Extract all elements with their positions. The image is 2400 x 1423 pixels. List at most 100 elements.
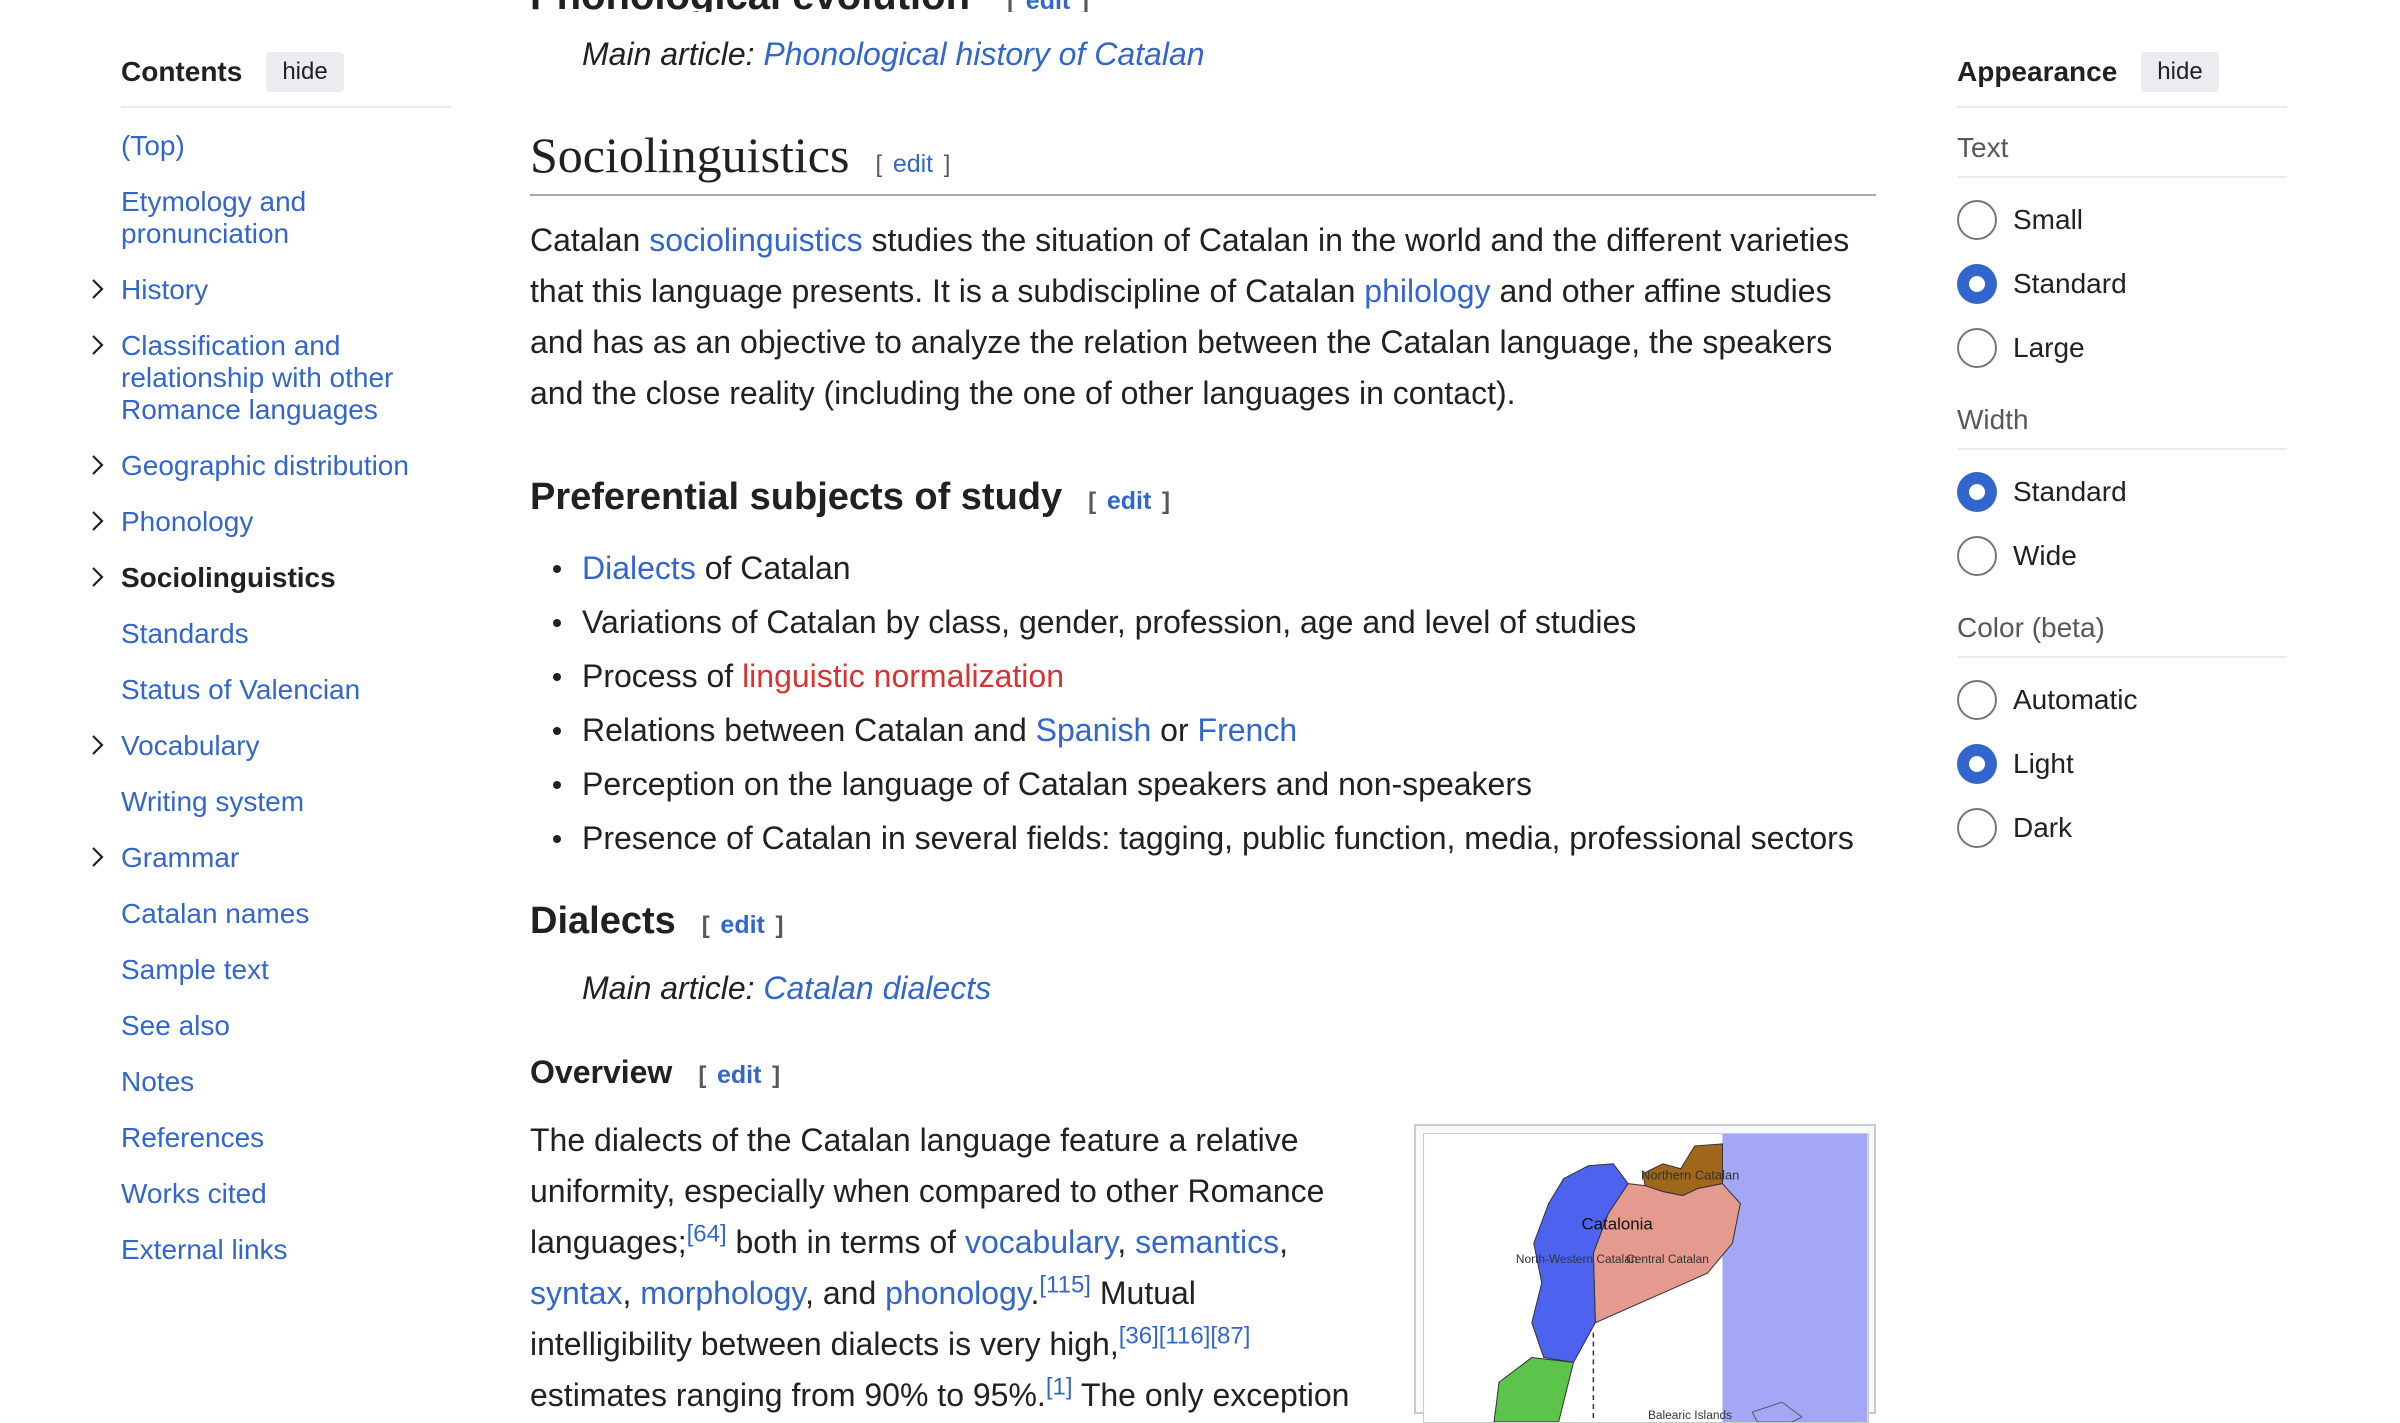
toc-item[interactable]: Grammar [92,842,451,874]
toc-item[interactable]: External links [121,1234,451,1266]
sociolinguistics-paragraph: Catalan sociolinguistics studies the sit… [530,215,1876,419]
toc-item-label[interactable]: Standards [121,618,451,650]
toc-item-label[interactable]: Status of Valencian [121,674,451,706]
text: Presence of Catalan in several fields: t… [582,820,1854,856]
radio-button[interactable] [1957,808,1997,848]
toc-item-label[interactable]: Etymology and pronunciation [121,186,451,250]
link-dialects[interactable]: Dialects [582,550,696,586]
toc-item-label[interactable]: (Top) [121,130,451,162]
chevron-right-icon[interactable] [87,730,109,760]
width-option[interactable]: Standard [1957,460,2287,524]
toc-item[interactable]: Geographic distribution [92,450,451,482]
link-philology[interactable]: philology [1364,273,1490,309]
toc-item-label[interactable]: Works cited [121,1178,451,1210]
color-option[interactable]: Automatic [1957,668,2287,732]
hatnote-link-catalan-dialects[interactable]: Catalan dialects [763,970,991,1006]
toc-item-label[interactable]: External links [121,1234,451,1266]
chevron-right-icon[interactable] [87,274,109,304]
dialect-map-image[interactable]: Northern Catalan Catalonia North-Western… [1423,1133,1869,1423]
text-size-option[interactable]: Standard [1957,252,2287,316]
list-item: Dialects of Catalan [553,541,1876,595]
radio-button[interactable] [1957,328,1997,368]
radio-button[interactable] [1957,680,1997,720]
chevron-right-icon[interactable] [87,330,109,360]
toc-item[interactable]: Etymology and pronunciation [121,186,451,250]
hatnote-link-phonological-history[interactable]: Phonological history of Catalan [763,36,1204,72]
edit-link-dialects[interactable]: edit [720,911,764,939]
toc-item[interactable]: Works cited [121,1178,451,1210]
edit-link-overview[interactable]: edit [717,1061,761,1089]
chevron-right-icon[interactable] [87,842,109,872]
radio-button[interactable] [1957,264,1997,304]
text: both in terms of [726,1224,965,1260]
list-item: Perception on the language of Catalan sp… [553,757,1876,811]
subsection-heading-overview: Overview [ edit ] [530,1054,781,1090]
toc-item[interactable]: Notes [121,1066,451,1098]
chevron-right-icon[interactable] [87,562,109,592]
toc-item[interactable]: Phonology [92,506,451,538]
subsection-heading-preferential-subjects: Preferential subjects of study [ edit ] [530,476,1170,518]
chevron-right-icon[interactable] [87,450,109,480]
link-semantics[interactable]: semantics [1135,1224,1279,1260]
color-option[interactable]: Dark [1957,796,2287,860]
toc-item-label[interactable]: Phonology [121,506,451,538]
link-phonology[interactable]: phonology [885,1275,1030,1311]
toc-item-label[interactable]: Writing system [121,786,451,818]
toc-item-label[interactable]: Vocabulary [121,730,451,762]
color-option[interactable]: Light [1957,732,2287,796]
text-size-title: Text [1957,132,2287,178]
toc-item-label[interactable]: See also [121,1010,451,1042]
redlink-linguistic-normalization[interactable]: linguistic normalization [742,658,1064,694]
toc-item[interactable]: Writing system [121,786,451,818]
radio-button[interactable] [1957,200,1997,240]
previous-edit-link[interactable]: edit [1026,0,1070,12]
toc-item[interactable]: Catalan names [121,898,451,930]
toc-item[interactable]: History [92,274,451,306]
toc-item-label[interactable]: Geographic distribution [121,450,451,482]
citation-36-116-87[interactable]: [36][116][87] [1119,1322,1251,1349]
edit-link-preferential-subjects[interactable]: edit [1107,487,1151,515]
radio-button[interactable] [1957,536,1997,576]
radio-label: Light [2013,748,2074,779]
radio-button[interactable] [1957,472,1997,512]
toc-item-label[interactable]: History [121,274,451,306]
toc-item-label[interactable]: Classification and relationship with oth… [121,330,451,426]
toc-item[interactable]: Classification and relationship with oth… [92,330,451,426]
toc-item-label[interactable]: Catalan names [121,898,451,930]
link-syntax[interactable]: syntax [530,1275,622,1311]
toc-item-label[interactable]: Sample text [121,954,451,986]
width-option[interactable]: Wide [1957,524,2287,588]
toc-item-label[interactable]: References [121,1122,451,1154]
dialect-map-thumbnail[interactable]: Northern Catalan Catalonia North-Western… [1414,1124,1876,1423]
link-morphology[interactable]: morphology [640,1275,805,1311]
toc-item[interactable]: Standards [121,618,451,650]
toc-item-label[interactable]: Grammar [121,842,451,874]
toc-item-label[interactable]: Sociolinguistics [121,562,451,594]
text-size-option[interactable]: Large [1957,316,2287,380]
link-vocabulary[interactable]: vocabulary [965,1224,1117,1260]
subjects-list: Dialects of Catalan Variations of Catala… [530,541,1876,865]
chevron-right-icon[interactable] [87,506,109,536]
toc-item[interactable]: Status of Valencian [121,674,451,706]
citation-115[interactable]: [115] [1039,1271,1091,1298]
radio-button[interactable] [1957,744,1997,784]
text-size-option[interactable]: Small [1957,188,2287,252]
link-spanish[interactable]: Spanish [1036,712,1152,748]
citation-1[interactable]: [1] [1046,1373,1073,1400]
appearance-hide-button[interactable]: hide [2141,52,2219,92]
link-french[interactable]: French [1198,712,1298,748]
toc-hide-button[interactable]: hide [266,52,344,92]
edit-link-sociolinguistics[interactable]: edit [893,150,933,178]
toc-item[interactable]: References [121,1122,451,1154]
text: , [622,1275,641,1311]
toc-item-label[interactable]: Notes [121,1066,451,1098]
map-label-north-western-catalan: North-Western Catalan [1516,1252,1638,1266]
radio-label: Wide [2013,540,2077,571]
toc-item[interactable]: Sociolinguistics [92,562,451,594]
toc-item[interactable]: Vocabulary [92,730,451,762]
link-sociolinguistics[interactable]: sociolinguistics [649,222,862,258]
toc-item[interactable]: See also [121,1010,451,1042]
toc-item[interactable]: (Top) [121,130,451,162]
citation-64[interactable]: [64] [687,1220,727,1247]
toc-item[interactable]: Sample text [121,954,451,986]
